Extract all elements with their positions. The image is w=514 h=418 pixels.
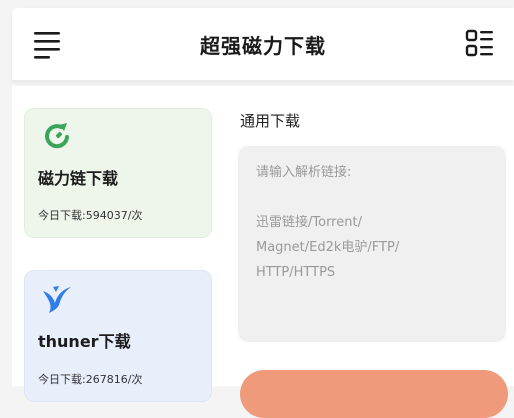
card-title: thuner下载	[38, 332, 131, 351]
magnet-icon	[39, 119, 75, 153]
download-count: 今日下载:267816/次	[38, 373, 143, 386]
card-title: 磁力链下载	[38, 169, 119, 188]
download-count: 今日下载:594037/次	[38, 209, 143, 222]
magnet-download-card[interactable]: 磁力链下载 今日下载:594037/次	[24, 108, 212, 238]
link-input[interactable]: 请输入解析链接: 迅雷链接/Torrent/ Magnet/Ed2k电驴/FTP…	[238, 146, 506, 342]
input-placeholder: 请输入解析链接: 迅雷链接/Torrent/ Magnet/Ed2k电驴/FTP…	[256, 165, 400, 280]
list-grid-icon[interactable]	[464, 26, 496, 60]
download-button[interactable]	[240, 370, 508, 418]
section-title: 通用下载	[240, 112, 301, 130]
app-header: 超强磁力下载	[12, 8, 514, 80]
thunder-download-card[interactable]: thuner下载 今日下载:267816/次	[24, 270, 212, 402]
bird-icon	[39, 281, 75, 315]
page-title: 超强磁力下载	[200, 34, 326, 58]
